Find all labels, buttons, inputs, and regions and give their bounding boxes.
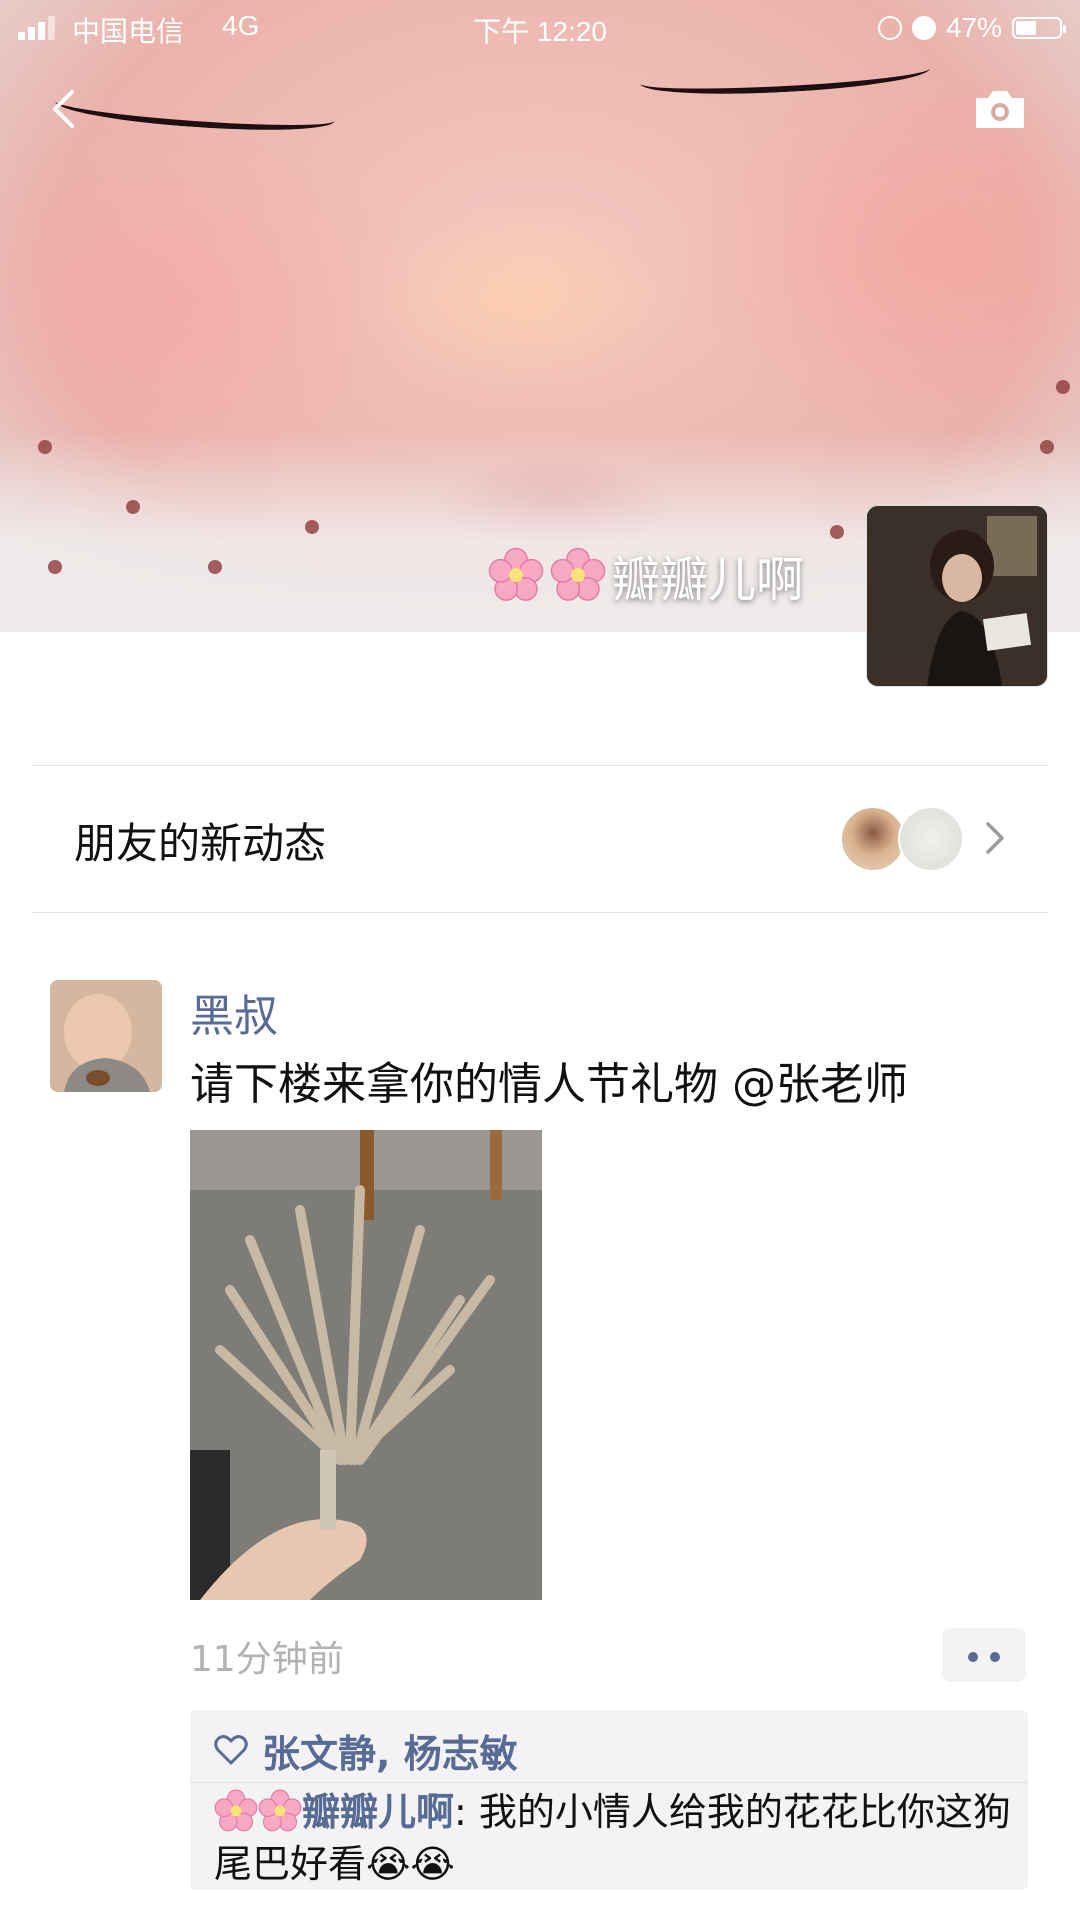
cherry-blossom-icon	[550, 547, 606, 601]
battery-percent: 47%	[945, 12, 1002, 43]
profile-name: 瓣瓣儿啊	[488, 540, 804, 610]
cover-eyelash-left	[54, 85, 336, 137]
avatar-photo	[867, 506, 1047, 686]
avatar-photo	[50, 980, 162, 1092]
camera-button[interactable]	[972, 84, 1028, 134]
crying-emoji-icon: 😭😭	[366, 1842, 455, 1886]
comment-author[interactable]: 瓣瓣儿啊	[302, 1790, 454, 1834]
orientation-lock-icon	[877, 16, 902, 40]
likes-row: 张文静, 杨志敏	[214, 1720, 518, 1780]
likes-names[interactable]: 张文静, 杨志敏	[262, 1723, 518, 1778]
profile-name-text: 瓣瓣儿啊	[611, 552, 804, 608]
blanket-dot	[305, 520, 319, 534]
blanket-dot	[208, 560, 222, 574]
profile-avatar[interactable]	[866, 505, 1048, 687]
comments-divider	[190, 1782, 1028, 1783]
post-image[interactable]	[190, 1130, 542, 1600]
blanket-dot	[48, 560, 62, 574]
battery-level	[1016, 21, 1036, 35]
back-button[interactable]	[42, 84, 92, 134]
comments-panel: 张文静, 杨志敏 瓣瓣儿啊: 我的小情人给我的花花比你这狗尾巴好看😭😭	[190, 1710, 1028, 1890]
post-timestamp: 11分钟前	[190, 1639, 344, 1680]
cherry-blossom-icon	[488, 547, 544, 601]
foxtail-grass-photo	[190, 1130, 542, 1600]
post-text: 请下楼来拿你的情人节礼物 @张老师	[190, 1059, 908, 1110]
alarm-icon	[911, 16, 936, 40]
comment-separator: :	[454, 1790, 479, 1834]
cover-eyelash-right	[639, 52, 931, 100]
more-button[interactable]	[942, 1628, 1026, 1682]
blanket-dot	[38, 440, 52, 454]
friend-avatar	[840, 806, 906, 872]
blanket-dot	[830, 525, 844, 539]
cherry-blossom-icon	[258, 1789, 302, 1832]
more-dot-icon	[990, 1652, 1000, 1662]
camera-icon	[976, 91, 1024, 128]
status-bar: 中国电信 4G 下午 12:20 47%	[0, 0, 1080, 54]
more-dot-icon	[968, 1652, 978, 1662]
post-author-avatar[interactable]	[50, 980, 162, 1092]
comment-item[interactable]: 瓣瓣儿啊: 我的小情人给我的花花比你这狗尾巴好看😭😭	[214, 1786, 1014, 1890]
status-right: 47%	[877, 12, 1066, 44]
blanket-dot	[1056, 380, 1070, 394]
cherry-blossom-icon	[214, 1789, 258, 1832]
battery-icon	[1012, 17, 1066, 39]
blanket-dot	[126, 500, 140, 514]
friends-updates-label: 朋友的新动态	[74, 819, 327, 868]
heart-outline-icon	[214, 1735, 248, 1765]
chevron-right-icon	[986, 822, 1004, 854]
friends-updates-row[interactable]: 朋友的新动态	[32, 765, 1048, 913]
blanket-dot	[1040, 440, 1054, 454]
friend-avatar	[898, 806, 964, 872]
post-author-name[interactable]: 黑叔	[190, 980, 278, 1044]
chevron-left-icon	[53, 90, 74, 128]
